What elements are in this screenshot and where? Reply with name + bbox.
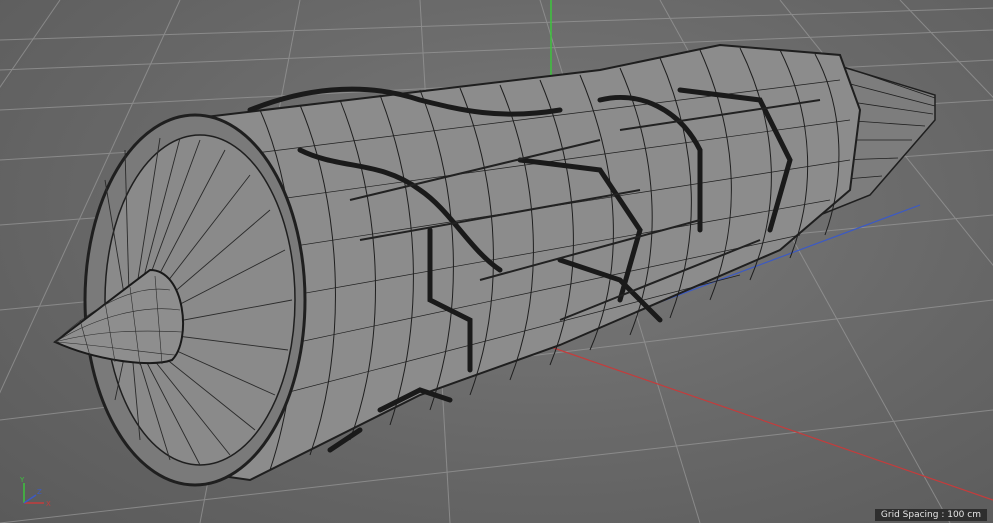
axis-gizmo[interactable]: Y X Z (12, 473, 62, 513)
gizmo-z-axis (23, 494, 37, 504)
jet-engine-model[interactable] (53, 43, 936, 487)
grid-spacing-label: Grid Spacing : 100 cm (874, 509, 987, 521)
3d-viewport[interactable]: Y X Z Grid Spacing : 100 cm (0, 0, 993, 523)
gizmo-x-label: X (46, 500, 51, 508)
gizmo-z-label: Z (37, 488, 42, 496)
x-axis-line (544, 344, 993, 501)
scene-canvas[interactable] (0, 0, 993, 523)
gizmo-y-label: Y (19, 476, 25, 484)
